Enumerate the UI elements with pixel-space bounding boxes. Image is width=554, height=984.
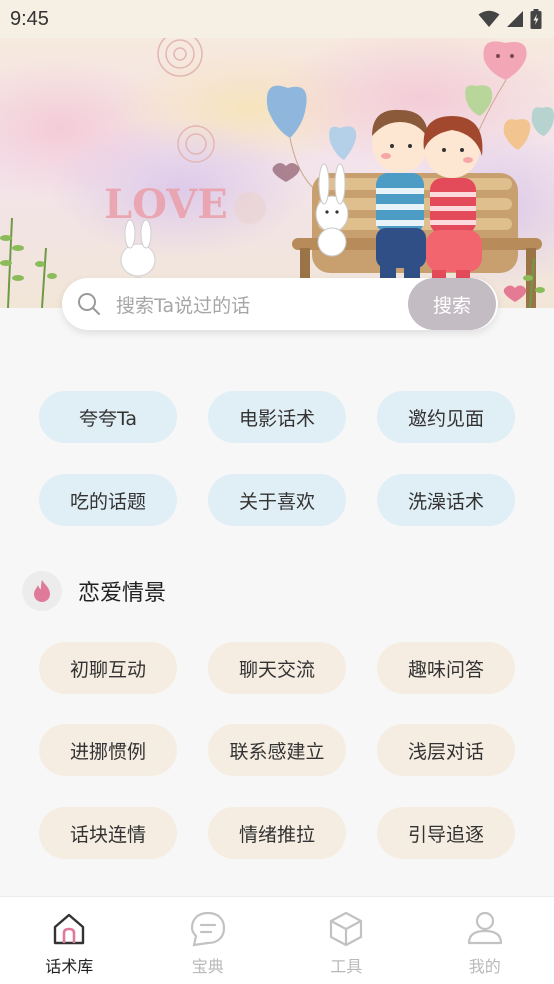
nav-item-profile[interactable]: 我的 xyxy=(416,897,554,984)
nav-label: 话术库 xyxy=(45,957,94,976)
signal-icon xyxy=(507,11,523,27)
nav-label: 我的 xyxy=(468,957,501,976)
nav-item-tools[interactable]: 工具 xyxy=(277,897,416,984)
nav-item-guide[interactable]: 宝典 xyxy=(139,897,278,984)
scene-chip[interactable]: 趣味问答 xyxy=(377,642,515,694)
user-icon xyxy=(465,909,505,949)
status-icons xyxy=(478,9,542,29)
topic-chip[interactable]: 夸夸Ta xyxy=(39,391,177,443)
topic-chip[interactable]: 吃的话题 xyxy=(39,474,177,526)
banner-image: LOVE xyxy=(0,38,554,308)
topic-chip[interactable]: 洗澡话术 xyxy=(377,474,515,526)
scene-chip[interactable]: 情绪推拉 xyxy=(208,807,346,859)
nav-item-library[interactable]: 话术库 xyxy=(0,897,139,984)
flame-icon xyxy=(22,571,62,611)
bottom-nav: 话术库 宝典 工具 我的 xyxy=(0,896,554,984)
home-icon xyxy=(49,909,89,949)
cube-icon xyxy=(326,909,366,949)
scene-chip[interactable]: 聊天交流 xyxy=(208,642,346,694)
scene-chip[interactable]: 联系感建立 xyxy=(208,724,346,776)
nav-label: 工具 xyxy=(330,957,363,976)
scene-chip[interactable]: 初聊互动 xyxy=(39,642,177,694)
nav-label: 宝典 xyxy=(191,957,224,976)
status-time: 9:45 xyxy=(10,7,49,30)
scene-chip[interactable]: 引导追逐 xyxy=(377,807,515,859)
couple-illustration: LOVE xyxy=(0,38,554,308)
search-bar[interactable]: 搜索Ta说过的话 搜索 xyxy=(62,278,498,330)
section-title: 恋爱情景 xyxy=(78,581,167,606)
search-icon xyxy=(76,291,102,317)
love-text: LOVE xyxy=(104,181,228,228)
status-bar: 9:45 xyxy=(0,0,554,38)
chat-bubble-icon xyxy=(188,909,228,949)
scene-chip[interactable]: 话块连情 xyxy=(39,807,177,859)
scene-chip[interactable]: 浅层对话 xyxy=(377,724,515,776)
wifi-icon xyxy=(478,10,500,27)
topic-chip[interactable]: 邀约见面 xyxy=(377,391,515,443)
topic-chip[interactable]: 关于喜欢 xyxy=(208,474,346,526)
topic-chip[interactable]: 电影话术 xyxy=(208,391,346,443)
section-header-love: 恋爱情景 xyxy=(22,571,166,611)
search-button[interactable]: 搜索 xyxy=(408,278,496,330)
scene-chip[interactable]: 进挪惯例 xyxy=(39,724,177,776)
battery-icon xyxy=(530,9,542,29)
